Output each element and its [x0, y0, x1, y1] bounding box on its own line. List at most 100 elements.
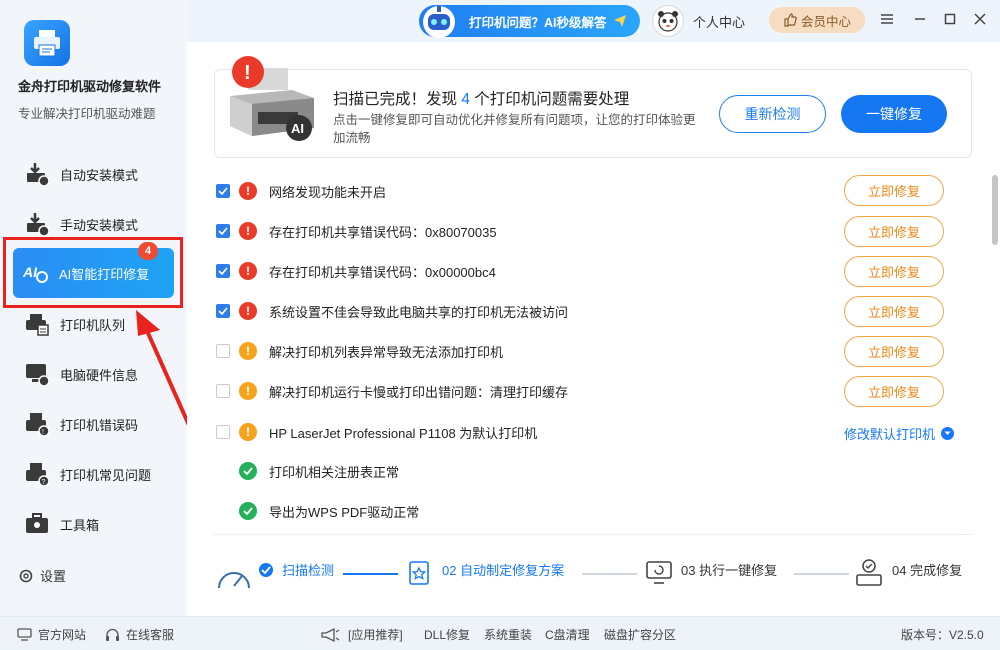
- step-connector: [582, 573, 637, 575]
- scan-title-prefix: 扫描已完成！发现: [333, 91, 458, 108]
- issue-text: 存在打印机共享错误代码：0x00000bc4: [269, 264, 496, 280]
- vip-center-button[interactable]: 会员中心: [769, 7, 865, 33]
- faq-icon: ?: [22, 460, 52, 488]
- app-title: 金舟打印机驱动修复软件: [18, 79, 162, 94]
- robot-icon: [419, 2, 459, 40]
- step-label: 02 自动制定修复方案: [442, 563, 565, 578]
- notification-badge: 4: [138, 242, 158, 260]
- printer-check-icon: [856, 559, 882, 586]
- nav-item-faq[interactable]: ? 打印机常见问题: [14, 454, 174, 494]
- svg-text:!: !: [244, 62, 251, 84]
- scan-printer-warning-icon: AI !: [230, 56, 314, 141]
- send-icon: [613, 15, 626, 27]
- nav-label-manual-install: 手动安装模式: [60, 217, 139, 233]
- thumbs-up-icon: [784, 13, 797, 27]
- scan-title-suffix: 个打印机问题需要处理: [474, 91, 630, 108]
- app-logo-printer-icon: [24, 20, 70, 66]
- printer-queue-icon: [22, 310, 52, 338]
- footer: 官方网站 在线客服 [应用推荐] DLL修复 系统重装 C盘清理 磁盘扩容分区 …: [0, 616, 1000, 650]
- issue-row: ! 解决打印机运行卡慢或打印出错问题：清理打印缓存 立即修复: [214, 371, 954, 411]
- c-drive-cleanup-link[interactable]: C盘清理: [545, 626, 590, 643]
- change-default-printer-link[interactable]: 修改默认打印机: [844, 424, 955, 443]
- issue-text: 存在打印机共享错误代码：0x80070035: [269, 224, 497, 240]
- fix-all-button[interactable]: 一键修复: [841, 95, 947, 133]
- step-connector: [343, 573, 398, 575]
- error-icon: !: [239, 262, 257, 280]
- close-icon[interactable]: [971, 10, 989, 28]
- nav-label-printer-queue: 打印机队列: [60, 317, 126, 333]
- warning-icon: !: [239, 382, 257, 400]
- scan-title: 扫描已完成！发现 4 个打印机问题需要处理: [333, 87, 629, 109]
- official-site-label: 官方网站: [38, 628, 87, 642]
- user-center-label: 个人中心: [693, 14, 746, 30]
- issue-checkbox[interactable]: [216, 224, 230, 238]
- step-plan: 02 自动制定修复方案: [442, 560, 564, 579]
- issue-row: ! 存在打印机共享错误代码：0x80070035 立即修复: [214, 211, 954, 251]
- svg-text:AI: AI: [291, 121, 304, 136]
- fix-now-button[interactable]: 立即修复: [844, 296, 944, 327]
- warning-icon: !: [239, 423, 257, 441]
- dll-repair-link[interactable]: DLL修复: [424, 626, 470, 643]
- ok-row: 打印机相关注册表正常: [214, 451, 954, 491]
- online-service-link[interactable]: 在线客服: [105, 626, 174, 643]
- nav-item-toolbox[interactable]: 工具箱: [14, 504, 174, 544]
- error-icon: !: [239, 222, 257, 240]
- fix-now-button[interactable]: 立即修复: [844, 376, 944, 407]
- maximize-icon[interactable]: [941, 10, 959, 28]
- nav-item-auto-install[interactable]: 自动安装模式: [14, 154, 174, 194]
- step-execute: 03 执行一键修复: [681, 560, 777, 579]
- nav-label-faq: 打印机常见问题: [60, 467, 152, 483]
- avatar: [652, 5, 684, 37]
- error-code-icon: !: [22, 410, 52, 438]
- fix-now-button[interactable]: 立即修复: [844, 336, 944, 367]
- official-site-link[interactable]: 官方网站: [17, 626, 86, 643]
- issue-row: ! 系统设置不佳会导致此电脑共享的打印机无法被访问 立即修复: [214, 291, 954, 331]
- issue-text: 网络发现功能未开启: [269, 184, 387, 200]
- online-service-label: 在线客服: [126, 628, 175, 642]
- issue-checkbox[interactable]: [216, 384, 230, 398]
- rescan-button[interactable]: 重新检测: [719, 95, 826, 133]
- error-icon: !: [239, 302, 257, 320]
- disk-partition-link[interactable]: 磁盘扩容分区: [604, 626, 676, 643]
- step-label: 扫描检测: [282, 563, 335, 578]
- nav-label-toolbox: 工具箱: [60, 517, 100, 533]
- ai-help-label: 打印机问题？AI秒级解答: [469, 15, 607, 30]
- ok-row: 导出为WPS PDF驱动正常: [214, 491, 954, 531]
- chevron-down-icon: [941, 427, 955, 440]
- issue-row: ! HP LaserJet Professional P1108 为默认打印机 …: [214, 412, 955, 452]
- recommend-section: [应用推荐]: [320, 626, 403, 643]
- settings-button[interactable]: 设置: [18, 566, 66, 585]
- change-default-printer-label: 修改默认打印机: [844, 427, 936, 442]
- issue-checkbox[interactable]: [216, 304, 230, 318]
- warning-icon: !: [239, 342, 257, 360]
- vip-center-label: 会员中心: [800, 14, 851, 29]
- issue-text: 解决打印机列表异常导致无法添加打印机: [269, 344, 504, 360]
- error-icon: !: [239, 182, 257, 200]
- settings-label: 设置: [40, 569, 67, 584]
- check-circle-icon: [239, 502, 257, 520]
- user-center-button[interactable]: 个人中心: [652, 5, 745, 37]
- issue-checkbox[interactable]: [216, 344, 230, 358]
- step-complete: 04 完成修复: [892, 560, 962, 579]
- minimize-icon[interactable]: [911, 10, 929, 28]
- scrollbar[interactable]: [992, 175, 998, 245]
- toolbox-icon: [22, 510, 52, 538]
- fix-now-button[interactable]: 立即修复: [844, 216, 944, 247]
- scan-description: 点击一键修复即可自动优化并修复所有问题项，让您的打印体验更加流畅: [333, 113, 696, 145]
- system-reinstall-link[interactable]: 系统重装: [484, 626, 532, 643]
- check-circle-icon: [259, 562, 273, 577]
- menu-icon[interactable]: [878, 10, 896, 28]
- recommend-label: [应用推荐]: [348, 628, 403, 642]
- hardware-info-icon: [22, 360, 52, 388]
- fix-now-button[interactable]: 立即修复: [844, 175, 944, 206]
- gear-icon: [19, 569, 33, 582]
- steps-divider: [214, 534, 972, 535]
- fix-now-button[interactable]: 立即修复: [844, 256, 944, 287]
- ok-text: 导出为WPS PDF驱动正常: [269, 504, 420, 520]
- issue-checkbox[interactable]: [216, 425, 230, 439]
- monitor-refresh-icon: [646, 561, 672, 584]
- check-circle-icon: [239, 462, 257, 480]
- issue-checkbox[interactable]: [216, 184, 230, 198]
- printer-auto-install-icon: [22, 160, 52, 188]
- issue-checkbox[interactable]: [216, 264, 230, 278]
